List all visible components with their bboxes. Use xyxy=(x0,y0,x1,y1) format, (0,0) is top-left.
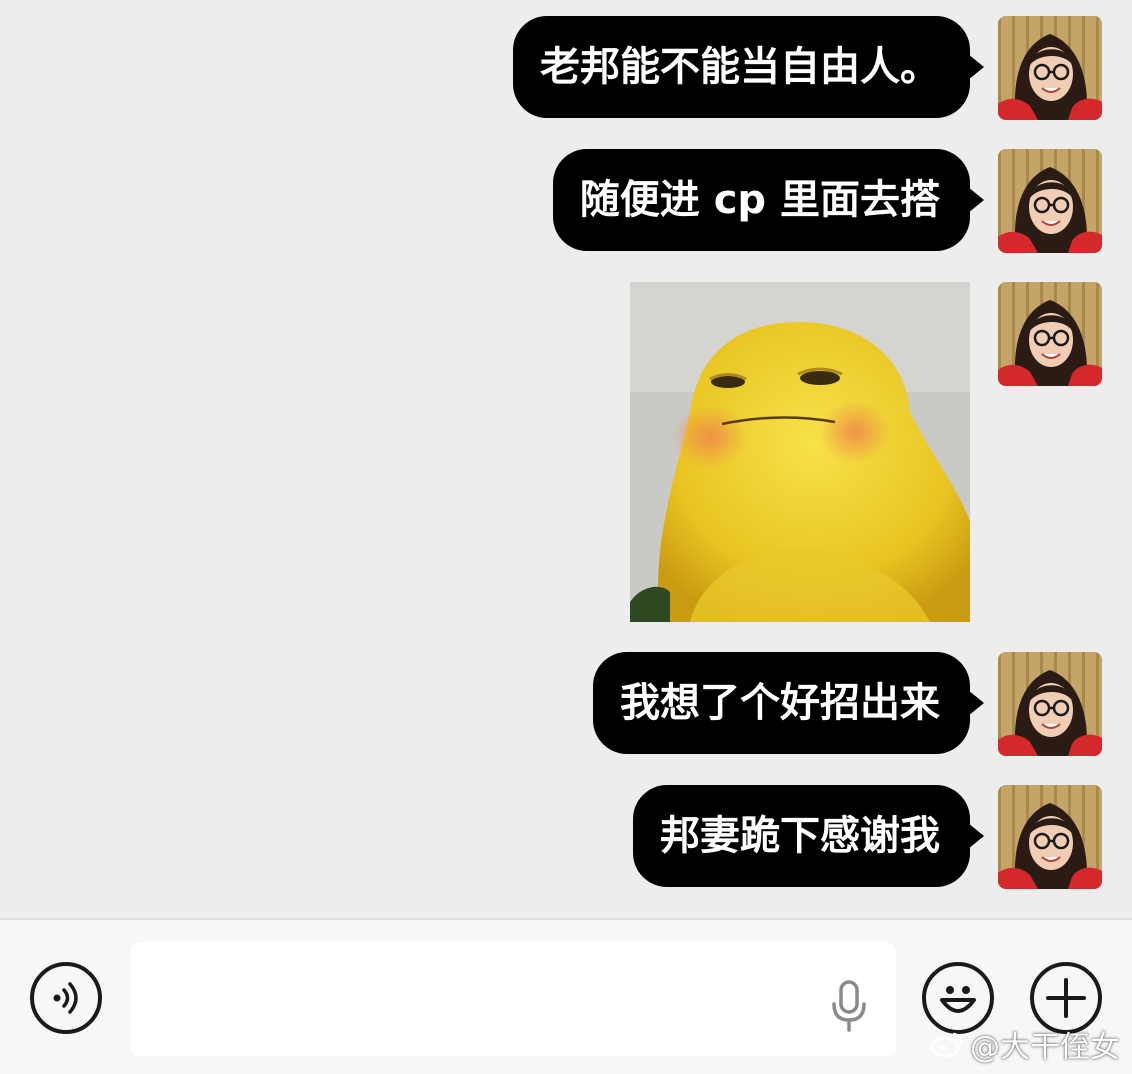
message-input[interactable] xyxy=(130,942,896,1056)
message-bubble[interactable]: 我想了个好招出来 xyxy=(593,652,984,754)
input-bar: @大干侄女 xyxy=(0,918,1132,1074)
voice-toggle-button[interactable] xyxy=(30,962,102,1034)
weibo-logo-icon xyxy=(930,1032,963,1058)
message-row: 我想了个好招出来 xyxy=(593,652,1102,756)
emoji-icon xyxy=(940,986,976,1013)
message-row: 邦妻跪下感谢我 xyxy=(633,785,1102,889)
message-bubble[interactable]: 邦妻跪下感谢我 xyxy=(633,785,984,887)
sender-avatar[interactable] xyxy=(998,282,1102,386)
message-row xyxy=(630,282,1102,622)
chat-area: 老邦能不能当自由人。 随便进 cp 里面去搭 我想了个好招出来 邦妻跪下感谢我 xyxy=(0,0,1132,918)
yellow-frog-sticker[interactable] xyxy=(630,282,970,622)
watermark-text: @大干侄女 xyxy=(970,1030,1120,1065)
microphone-icon[interactable] xyxy=(830,980,868,1032)
plus-icon xyxy=(1046,978,1086,1018)
watermark: @大干侄女 xyxy=(930,1022,1120,1066)
voice-toggle-icon xyxy=(53,982,78,1014)
sender-avatar[interactable] xyxy=(998,149,1102,253)
message-row: 随便进 cp 里面去搭 xyxy=(552,149,1102,253)
sender-avatar[interactable] xyxy=(998,652,1102,756)
message-bubble[interactable]: 老邦能不能当自由人。 xyxy=(513,16,984,118)
sender-avatar[interactable] xyxy=(998,785,1102,889)
message-row: 老邦能不能当自由人。 xyxy=(513,16,1102,120)
sender-avatar[interactable] xyxy=(998,16,1102,120)
message-bubble[interactable]: 随便进 cp 里面去搭 xyxy=(552,149,985,251)
